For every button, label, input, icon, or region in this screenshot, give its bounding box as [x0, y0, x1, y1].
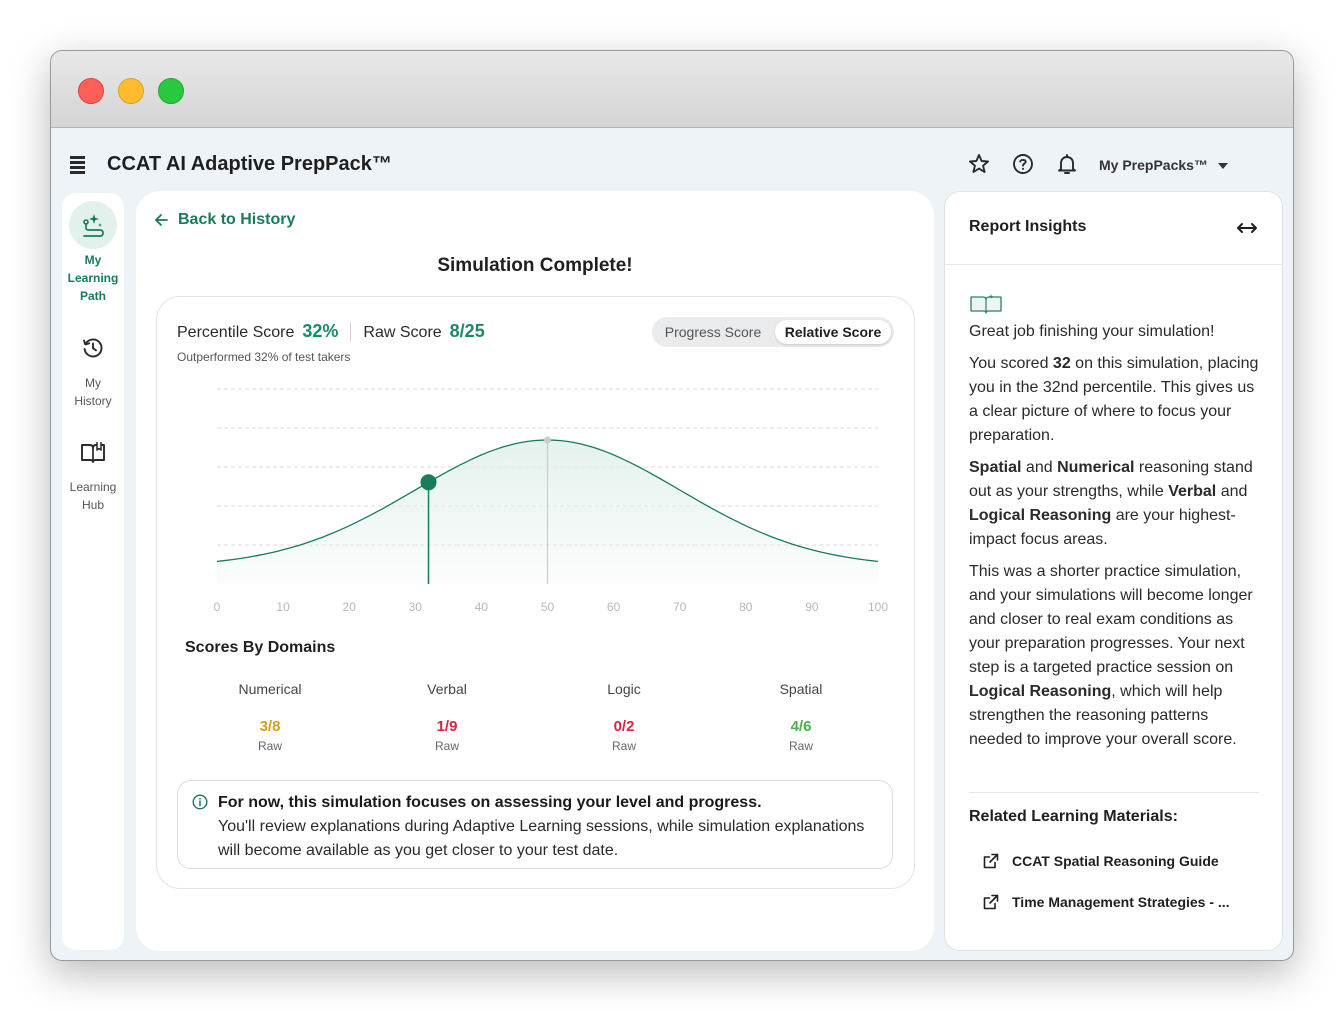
x-tick-label: 10 [276, 600, 290, 614]
related-materials-title: Related Learning Materials: [969, 808, 1178, 825]
domain-unit: Raw [257, 739, 282, 753]
domain-score: 1/9 [436, 718, 458, 735]
back-to-history-link[interactable]: Back to History [154, 211, 295, 229]
domain-logic: Logic 0/2 Raw [549, 681, 699, 753]
back-label: Back to History [178, 211, 296, 228]
domain-name: Logic [607, 681, 641, 697]
arrow-left-icon [155, 214, 168, 226]
related-link-time-management[interactable]: Time Management Strategies - ... [983, 894, 1230, 910]
menu-icon[interactable] [70, 156, 85, 174]
score-card: Percentile Score 32% Raw Score 8/25 Outp… [156, 296, 915, 889]
close-window-button[interactable] [78, 78, 104, 104]
learning-path-icon [69, 201, 117, 249]
notice-body: You'll review explanations during Adapti… [218, 818, 865, 859]
open-book-icon [970, 294, 1002, 314]
sidebar-item-label: My History [74, 376, 112, 408]
x-tick-label: 80 [739, 600, 753, 614]
book-icon [69, 428, 117, 476]
history-icon [69, 324, 117, 372]
percentile-distribution-chart: 0 10 20 30 40 50 60 70 80 90 100 [214, 388, 888, 614]
insight-paragraph: You scored 32 on this simulation, placin… [969, 355, 1259, 444]
results-panel: Back to History Simulation Complete! Per… [136, 191, 934, 951]
external-link-icon [983, 894, 999, 910]
expand-horizontal-icon[interactable] [1236, 220, 1258, 236]
x-tick-label: 60 [607, 600, 621, 614]
help-icon[interactable] [1011, 152, 1035, 176]
related-link-label: Time Management Strategies - ... [1012, 894, 1230, 910]
insights-title: Report Insights [969, 218, 1087, 235]
domain-numerical: Numerical 3/8 Raw [195, 681, 345, 753]
minimize-window-button[interactable] [118, 78, 144, 104]
domain-score: 0/2 [613, 718, 635, 735]
x-tick-label: 0 [214, 600, 221, 614]
my-preppacks-dropdown[interactable]: My PrepPacks™ [1099, 157, 1228, 173]
page-title: Simulation Complete! [437, 255, 633, 276]
domains-title: Scores By Domains [185, 639, 336, 656]
domain-name: Numerical [238, 681, 302, 697]
score-marker-point [420, 474, 437, 491]
sidebar-item-label: Learning Hub [69, 480, 117, 512]
x-tick-label: 20 [343, 600, 357, 614]
sidebar-item-my-history[interactable]: My History [62, 324, 124, 410]
x-tick-label: 100 [868, 600, 888, 614]
domain-score: 4/6 [790, 718, 812, 735]
x-tick-label: 90 [805, 600, 819, 614]
maximize-window-button[interactable] [158, 78, 184, 104]
bell-icon[interactable] [1055, 152, 1079, 176]
sidebar-item-learning-hub[interactable]: Learning Hub [62, 428, 124, 514]
x-tick-label: 50 [541, 600, 555, 614]
insight-paragraph: This was a shorter practice simulation, … [969, 563, 1253, 748]
related-link-label: CCAT Spatial Reasoning Guide [1012, 853, 1219, 869]
domain-score: 3/8 [259, 718, 281, 735]
domain-unit: Raw [788, 739, 813, 753]
star-icon[interactable] [967, 152, 991, 176]
my-preppacks-label: My PrepPacks™ [1099, 157, 1208, 173]
external-link-icon [983, 853, 999, 869]
chevron-down-icon [1217, 163, 1228, 170]
app-header: CCAT AI Adaptive PrepPack™ My PrepPacks™ [51, 128, 1293, 192]
notice-heading: For now, this simulation focuses on asse… [218, 794, 762, 811]
x-tick-label: 70 [673, 600, 687, 614]
insights-body: Great job finishing your simulation! You… [969, 320, 1261, 760]
domain-unit: Raw [434, 739, 459, 753]
report-insights-panel: Report Insights Great job finishing your… [944, 191, 1283, 951]
notice-text: For now, this simulation focuses on asse… [218, 791, 878, 863]
domain-name: Spatial [779, 681, 823, 697]
insights-header: Report Insights [945, 192, 1282, 265]
app-window: CCAT AI Adaptive PrepPack™ My PrepPacks™ [50, 50, 1294, 961]
domain-verbal: Verbal 1/9 Raw [372, 681, 522, 753]
divider [969, 792, 1259, 793]
sidebar-item-my-learning-path[interactable]: My Learning Path [62, 201, 124, 305]
mean-point [544, 436, 551, 444]
insight-intro: Great job finishing your simulation! [969, 323, 1215, 340]
domain-name: Verbal [427, 681, 467, 697]
domain-unit: Raw [611, 739, 636, 753]
window-titlebar [51, 51, 1293, 128]
info-icon [192, 794, 208, 810]
insight-paragraph: Spatial and Numerical reasoning stand ou… [969, 459, 1253, 548]
sidebar-item-label: My Learning Path [67, 253, 119, 303]
x-tick-label: 40 [475, 600, 489, 614]
domain-spatial: Spatial 4/6 Raw [726, 681, 876, 753]
x-tick-label: 30 [409, 600, 423, 614]
related-link-spatial-guide[interactable]: CCAT Spatial Reasoning Guide [983, 853, 1219, 869]
info-notice: For now, this simulation focuses on asse… [177, 780, 893, 869]
app-title: CCAT AI Adaptive PrepPack™ [107, 153, 392, 175]
sidebar-nav: My Learning Path My History Learning Hub [62, 193, 124, 950]
